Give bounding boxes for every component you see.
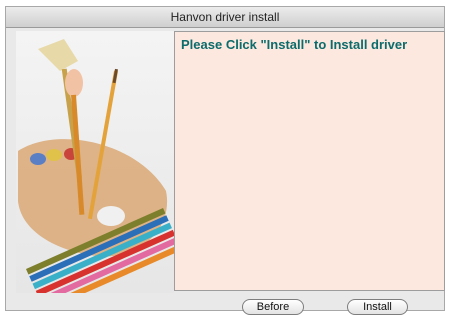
before-button[interactable]: Before [242, 299, 304, 315]
paintbrush-palette-illustration [16, 31, 174, 293]
installer-window: Hanvon driver install Please Click "Inst… [5, 6, 445, 315]
window-title: Hanvon driver install [6, 7, 444, 28]
message-panel: Please Click "Install" to Install driver [174, 31, 445, 291]
install-button[interactable]: Install [347, 299, 408, 315]
install-instruction-text: Please Click "Install" to Install driver [181, 37, 408, 52]
